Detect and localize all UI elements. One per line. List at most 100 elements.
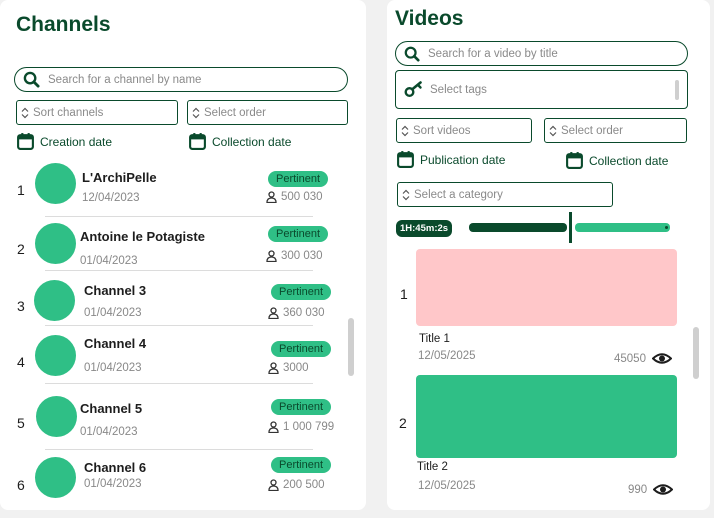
video-rank: 1 [400,286,408,302]
channel-date: 01/04/2023 [80,255,138,267]
subscriber-count: 360 030 [268,307,325,319]
subscriber-count: 300 030 [266,250,323,262]
updown-chevron-icon [401,125,409,136]
person-icon [268,479,279,491]
subscriber-value: 300 030 [281,250,323,262]
channel-name[interactable]: Channel 3 [84,283,146,298]
sort-videos-select[interactable]: Sort videos [396,118,532,143]
search-icon [23,71,40,88]
slider-thumb[interactable] [569,212,572,243]
creation-date-label: Creation date [40,134,113,149]
view-count: 990 [628,483,674,496]
duration-badge: 1H:45m:2s [396,220,453,237]
video-thumbnail[interactable] [416,375,677,458]
channels-scrollbar[interactable] [348,318,354,376]
creation-date-button[interactable]: Creation date [16,132,112,151]
person-icon [268,307,279,319]
channel-date: 01/04/2023 [84,307,142,319]
sort-channels-select[interactable]: Sort channels [16,100,178,125]
eye-icon [651,353,672,364]
channel-row[interactable]: 5 Channel 5 01/04/2023 Pertinent 1 000 7… [0,393,366,450]
pertinent-badge: Pertinent [271,399,332,415]
calendar-icon [397,151,414,168]
video-search-box[interactable] [395,41,688,66]
channel-name[interactable]: Channel 4 [84,336,146,351]
channel-name[interactable]: Channel 5 [80,401,142,416]
channel-date: 01/04/2023 [80,426,138,438]
tags-label: Select tags [430,83,487,96]
channel-row[interactable]: 6 Channel 6 01/04/2023 Pertinent 200 500 [0,455,366,511]
channel-avatar [35,163,76,204]
row-divider [45,383,313,384]
slider-end-dot [665,226,668,229]
video-search-input[interactable] [428,47,687,60]
channel-search-box[interactable] [14,67,348,92]
video-thumbnail[interactable] [416,249,677,326]
channel-avatar [35,223,76,264]
person-icon [268,362,279,374]
channel-rank: 1 [17,182,25,198]
person-icon [268,421,279,433]
channel-row[interactable]: 1 L'ArchiPelle 12/04/2023 Pertinent 500 … [0,160,366,217]
channel-order-select[interactable]: Select order [187,100,348,125]
channel-date: 12/04/2023 [82,192,140,204]
videos-title: Videos [395,7,464,30]
channel-row[interactable]: 3 Channel 3 01/04/2023 Pertinent 360 030 [0,276,366,332]
video-order-label: Select order [561,124,624,137]
channel-rank: 2 [17,241,25,257]
video-collection-date-label: Collection date [589,153,669,168]
sort-videos-label: Sort videos [413,124,471,137]
pertinent-badge: Pertinent [268,171,329,187]
updown-chevron-icon [21,107,29,118]
subscriber-count: 3000 [268,362,309,374]
video-date: 12/05/2025 [418,350,476,362]
channel-order-label: Select order [204,106,267,119]
publication-date-button[interactable]: Publication date [396,150,505,169]
row-divider [45,216,313,217]
subscriber-value: 360 030 [283,307,325,319]
category-select[interactable]: Select a category [397,182,613,207]
channel-row[interactable]: 4 Channel 4 01/04/2023 Pertinent 3000 [0,332,366,388]
slider-remaining-track [575,223,670,232]
category-label: Select a category [414,188,503,201]
channels-title: Channels [16,13,111,36]
calendar-icon [189,133,206,150]
channel-rank: 4 [17,354,25,370]
channel-avatar [36,396,77,437]
calendar-icon [566,152,583,169]
channel-search-input[interactable] [48,73,347,86]
channel-date: 01/04/2023 [84,478,142,490]
slider-filled-track [469,223,567,232]
sort-channels-label: Sort channels [33,106,104,119]
collection-date-button[interactable]: Collection date [188,132,291,151]
channel-row[interactable]: 2 Antoine le Potagiste 01/04/2023 Pertin… [0,219,366,275]
pertinent-badge: Pertinent [271,457,332,473]
channel-name[interactable]: L'ArchiPelle [82,170,157,185]
subscriber-value: 500 030 [281,191,323,203]
video-title[interactable]: Title 1 [419,333,450,345]
channel-avatar [34,280,75,321]
key-icon [404,81,422,97]
duration-slider[interactable] [469,212,670,243]
pertinent-badge: Pertinent [271,341,332,357]
row-divider [45,325,313,326]
search-icon [404,46,420,62]
video-title[interactable]: Title 2 [417,461,448,473]
channel-avatar [35,457,76,498]
row-divider [45,270,313,271]
channel-name[interactable]: Antoine le Potagiste [80,229,205,244]
channel-name[interactable]: Channel 6 [84,460,146,475]
channel-rank: 5 [17,415,25,431]
channel-avatar [35,335,76,376]
updown-chevron-icon [192,107,200,118]
videos-panel: Videos Select tags Sort videos Select or… [387,0,710,510]
videos-scrollbar[interactable] [693,327,699,379]
channel-rank: 6 [17,477,25,493]
video-collection-date-button[interactable]: Collection date [565,151,668,170]
eye-icon [653,484,674,495]
video-order-select[interactable]: Select order [544,118,687,143]
tags-scrollbar[interactable] [675,80,679,100]
pertinent-badge: Pertinent [271,284,332,300]
collection-date-label: Collection date [212,134,292,149]
tags-select[interactable]: Select tags [395,70,688,109]
